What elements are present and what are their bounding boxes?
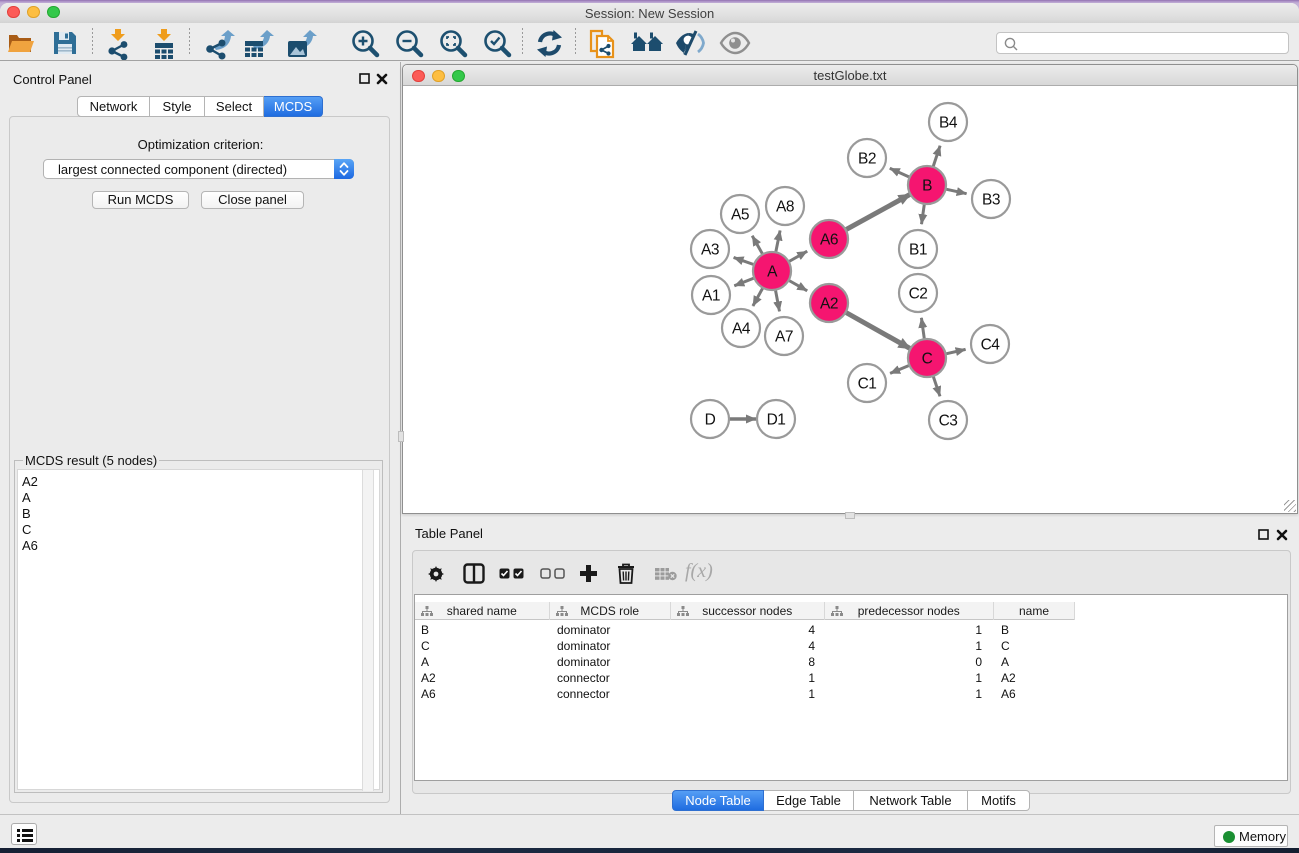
svg-text:B4: B4 xyxy=(939,115,958,132)
svg-text:A6: A6 xyxy=(820,232,838,249)
svg-text:C1: C1 xyxy=(858,376,877,393)
svg-text:C3: C3 xyxy=(939,413,958,430)
svg-text:A2: A2 xyxy=(820,296,838,313)
svg-text:A8: A8 xyxy=(776,199,794,216)
svg-text:B1: B1 xyxy=(909,242,927,259)
svg-text:A1: A1 xyxy=(702,288,720,305)
svg-text:C: C xyxy=(922,351,933,368)
svg-text:A7: A7 xyxy=(775,329,793,346)
svg-text:C4: C4 xyxy=(981,337,1001,354)
svg-text:A4: A4 xyxy=(732,321,751,338)
svg-text:B: B xyxy=(922,178,932,195)
svg-text:C2: C2 xyxy=(909,286,928,303)
svg-text:D: D xyxy=(705,412,716,429)
svg-text:A3: A3 xyxy=(701,242,719,259)
svg-text:A5: A5 xyxy=(731,207,749,224)
svg-text:D1: D1 xyxy=(767,412,786,429)
svg-text:B3: B3 xyxy=(982,192,1000,209)
svg-text:B2: B2 xyxy=(858,151,876,168)
svg-text:A: A xyxy=(767,264,778,281)
